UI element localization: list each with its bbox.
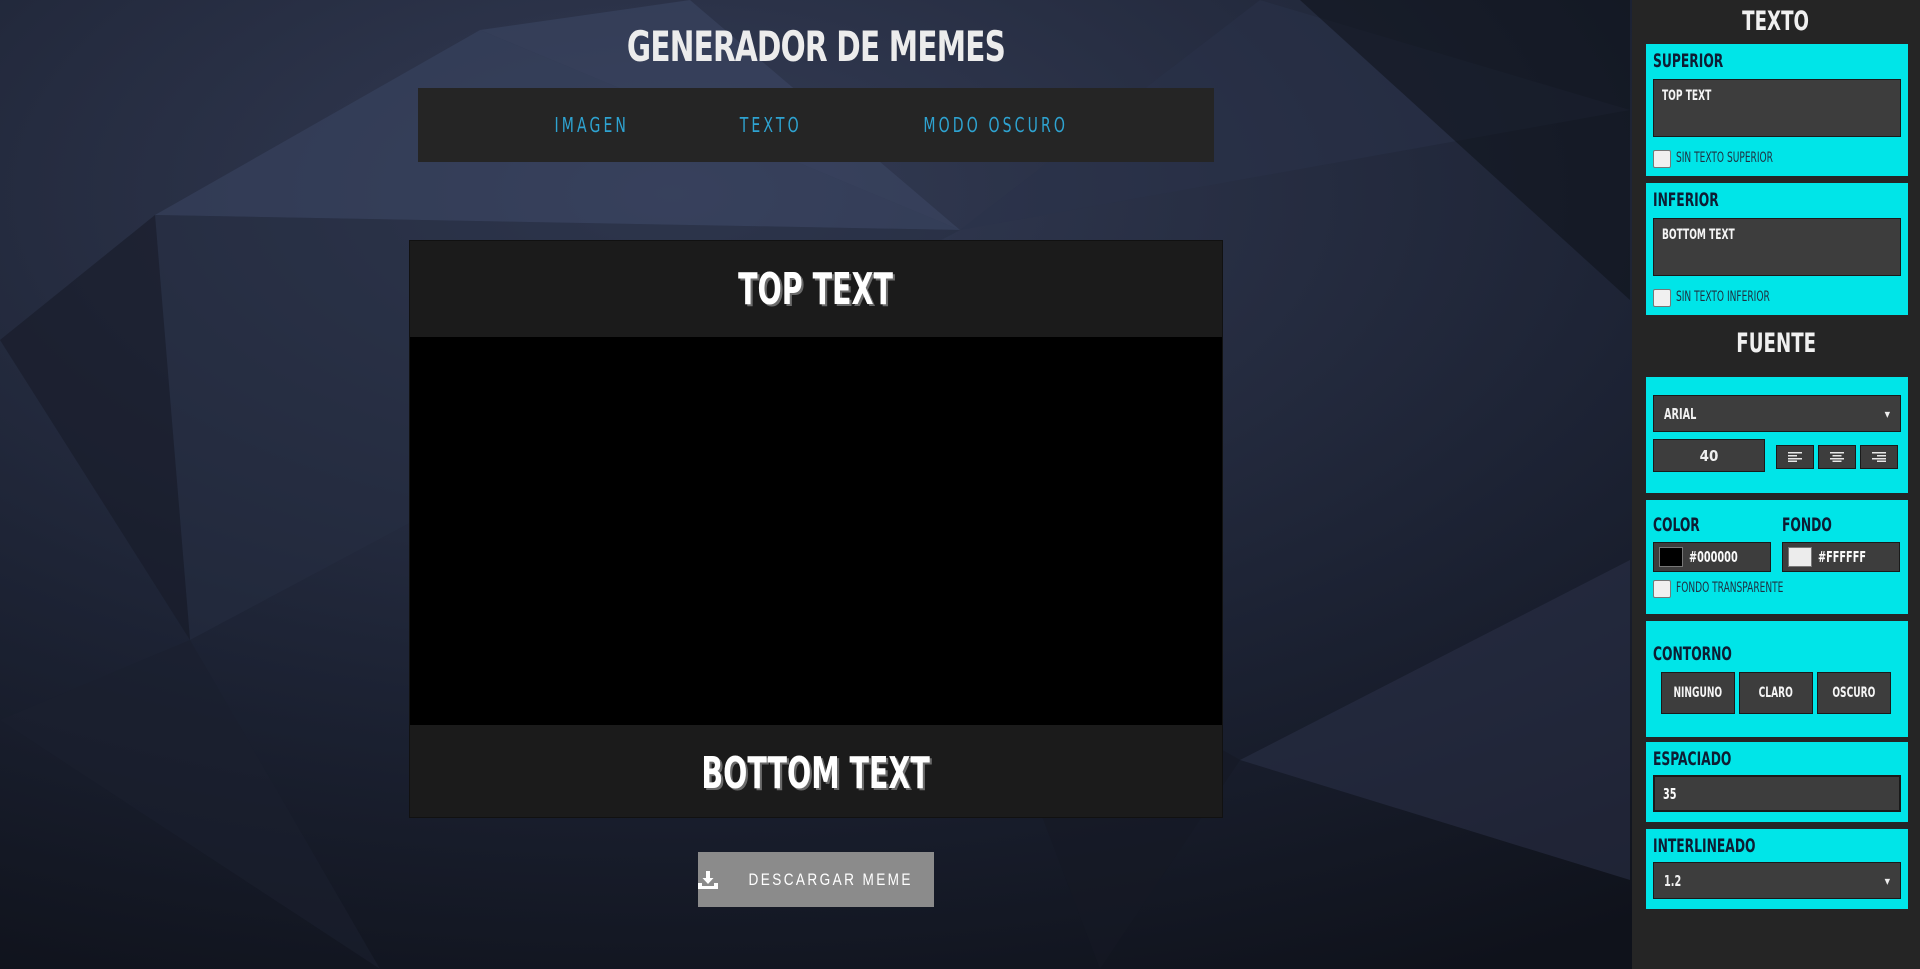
text-color-swatch	[1659, 547, 1683, 567]
line-height-select[interactable]: 1.2 ▾	[1653, 862, 1901, 899]
align-center-icon	[1830, 452, 1844, 462]
panel-heading-fuente: FUENTE	[1736, 328, 1816, 359]
nav-item-imagen[interactable]: IMAGEN	[554, 113, 629, 137]
no-bottom-text-label: SIN TEXTO INFERIOR	[1676, 289, 1770, 305]
top-nav: IMAGEN TEXTO MODO OSCURO	[418, 88, 1214, 162]
nav-item-texto[interactable]: TEXTO	[740, 113, 802, 137]
top-text-label: SUPERIOR	[1653, 50, 1724, 72]
align-right-icon	[1872, 452, 1886, 462]
outline-none-button[interactable]: NINGUNO	[1661, 672, 1735, 714]
nav-item-modo-oscuro[interactable]: MODO OSCURO	[923, 113, 1068, 137]
background-color-value: #FFFFFF	[1818, 548, 1866, 566]
download-label: DESCARGAR MEME	[748, 869, 914, 889]
align-right-button[interactable]	[1860, 445, 1898, 469]
outline-dark-button[interactable]: OSCURO	[1817, 672, 1891, 714]
meme-image	[410, 337, 1222, 725]
font-section: ARIAL ▾ 40	[1646, 377, 1908, 493]
align-left-icon	[1788, 452, 1802, 462]
meme-preview: TOP TEXT BOTTOM TEXT	[409, 240, 1223, 818]
color-label: COLOR	[1653, 514, 1700, 536]
background-label: FONDO	[1782, 514, 1832, 536]
chevron-down-icon: ▾	[1884, 873, 1890, 888]
color-section: COLOR FONDO #000000 #FFFFFF FONDO TRANSP…	[1646, 500, 1908, 614]
text-color-value: #000000	[1689, 548, 1738, 566]
panel-heading-texto: TEXTO	[1742, 6, 1810, 37]
bottom-text-section: INFERIOR BOTTOM TEXT SIN TEXTO INFERIOR	[1646, 183, 1908, 315]
text-color-picker[interactable]: #000000	[1653, 542, 1771, 572]
meme-bottom-text: BOTTOM TEXT	[701, 747, 931, 799]
background-color-picker[interactable]: #FFFFFF	[1782, 542, 1900, 572]
bottom-text-label: INFERIOR	[1653, 189, 1719, 211]
download-meme-button[interactable]: DESCARGAR MEME	[698, 852, 934, 907]
no-bottom-text-checkbox[interactable]	[1653, 289, 1671, 307]
no-top-text-checkbox[interactable]	[1653, 150, 1671, 168]
transparent-background-label: FONDO TRANSPARENTE	[1676, 580, 1784, 596]
align-left-button[interactable]	[1776, 445, 1814, 469]
chevron-down-icon: ▾	[1884, 406, 1890, 421]
bottom-text-input[interactable]: BOTTOM TEXT	[1653, 218, 1901, 276]
font-family-select[interactable]: ARIAL ▾	[1653, 395, 1901, 432]
meme-top-text-area: TOP TEXT	[410, 241, 1222, 337]
transparent-background-checkbox[interactable]	[1653, 580, 1671, 598]
outline-light-button[interactable]: CLARO	[1739, 672, 1813, 714]
no-top-text-label: SIN TEXTO SUPERIOR	[1676, 150, 1773, 166]
font-size-input[interactable]: 40	[1653, 439, 1765, 472]
meme-top-text: TOP TEXT	[738, 263, 894, 315]
align-center-button[interactable]	[1818, 445, 1856, 469]
spacing-input[interactable]: 35	[1653, 775, 1901, 812]
download-icon	[698, 870, 719, 889]
spacing-label: ESPACIADO	[1653, 748, 1732, 770]
settings-panel: TEXTO SUPERIOR TOP TEXT SIN TEXTO SUPERI…	[1632, 0, 1920, 969]
top-text-input[interactable]: TOP TEXT	[1653, 79, 1901, 137]
page-title: GENERADOR DE MEMES	[626, 22, 1006, 71]
outline-section: CONTORNO NINGUNO CLARO OSCURO	[1646, 621, 1908, 737]
background-color-swatch	[1788, 547, 1812, 567]
line-height-section: INTERLINEADO 1.2 ▾	[1646, 829, 1908, 909]
spacing-section: ESPACIADO 35	[1646, 742, 1908, 822]
meme-bottom-text-area: BOTTOM TEXT	[410, 725, 1222, 821]
line-height-label: INTERLINEADO	[1653, 835, 1756, 857]
outline-label: CONTORNO	[1653, 643, 1732, 665]
top-text-section: SUPERIOR TOP TEXT SIN TEXTO SUPERIOR	[1646, 44, 1908, 176]
